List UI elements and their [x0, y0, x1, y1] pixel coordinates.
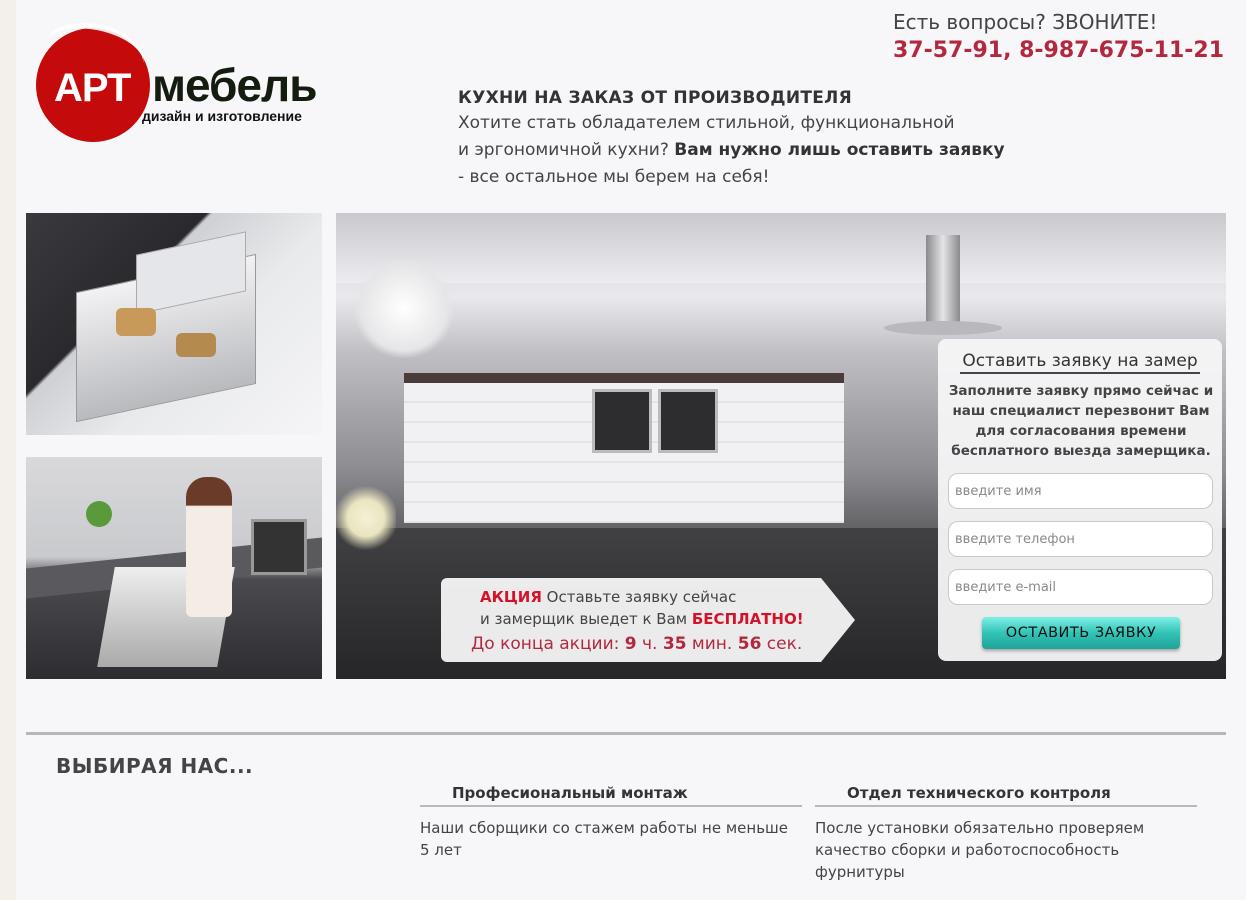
- oven-right: [658, 389, 718, 453]
- oven-shape: [251, 519, 307, 575]
- phone-input[interactable]: [948, 521, 1213, 557]
- timer-prefix: До конца акции:: [471, 634, 625, 654]
- logo[interactable]: АРТ мебель дизайн и изготовление: [36, 14, 336, 148]
- plant-shape: [86, 501, 112, 527]
- jar-shape: [116, 308, 156, 336]
- intro-line-2: и эргономичной кухни? Вам нужно лишь ост…: [458, 137, 1078, 164]
- intro-line-2-bold: Вам нужно лишь оставить заявку: [674, 140, 1005, 160]
- intro-heading: КУХНИ НА ЗАКАЗ ОТ ПРОИЗВОДИТЕЛЯ: [458, 88, 852, 108]
- promo-free: БЕСПЛАТНО!: [691, 610, 804, 628]
- drawer-photo: [26, 213, 322, 435]
- feature-text: Наши сборщики со стажем работы не меньше…: [420, 819, 788, 859]
- timer-seconds: 56: [737, 634, 762, 654]
- promo-line-2-start: и замерщик выедет к Вам: [480, 610, 692, 628]
- timer-seconds-unit: сек.: [761, 634, 803, 654]
- email-input[interactable]: [948, 569, 1213, 605]
- intro-line-1: Хотите стать обладателем стильной, функц…: [458, 113, 955, 133]
- dishwasher-photo: [26, 457, 322, 679]
- why-us-heading: ВЫБИРАЯ НАС...: [56, 754, 254, 778]
- intro-line-2-start: и эргономичной кухни?: [458, 140, 675, 160]
- hood-pipe: [926, 235, 960, 325]
- intro-text: Хотите стать обладателем стильной, функц…: [458, 110, 1078, 191]
- promo-line-1-rest: Оставьте заявку сейчас: [541, 588, 737, 606]
- oven-left: [592, 389, 652, 453]
- feature-quality-control: Отдел технического контроля После устано…: [815, 784, 1197, 883]
- timer-minutes-unit: мин.: [686, 634, 738, 654]
- form-title-text: Оставить заявку на замер: [960, 351, 1200, 374]
- timer-hours-unit: ч.: [636, 634, 663, 654]
- feature-title: Професиональный монтаж: [420, 784, 802, 807]
- feature-title: Отдел технического контроля: [815, 784, 1197, 807]
- promo-line-2: и замерщик выедет к Вам БЕСПЛАТНО!: [480, 610, 804, 628]
- ceiling-shape: [336, 213, 1226, 283]
- jar-shape-2: [176, 333, 216, 357]
- timer-minutes: 35: [662, 634, 687, 654]
- logo-brand-short: АРТ: [54, 66, 131, 110]
- section-divider: [26, 732, 1226, 735]
- promo-arrow: [821, 578, 855, 662]
- woman-figure: [186, 477, 232, 617]
- contact-phones[interactable]: 37-57-91, 8-987-675-11-21: [893, 38, 1224, 63]
- form-description: Заполните заявку прямо сейчас и наш спец…: [948, 383, 1214, 459]
- hero-banner: АКЦИЯ Оставьте заявку сейчас и замерщик …: [336, 213, 1226, 679]
- timer-hours: 9: [624, 634, 637, 654]
- promo-line-1: АКЦИЯ Оставьте заявку сейчас: [480, 588, 736, 606]
- contact-block: Есть вопросы? ЗВОНИТЕ! 37-57-91, 8-987-6…: [893, 10, 1224, 63]
- promo-timer: До конца акции: 9 ч. 35 мин. 56 сек.: [471, 634, 802, 654]
- promo-label: АКЦИЯ: [480, 588, 542, 606]
- contact-question: Есть вопросы? ЗВОНИТЕ!: [892, 10, 1158, 34]
- promo-banner: АКЦИЯ Оставьте заявку сейчас и замерщик …: [441, 578, 856, 662]
- logo-tagline: дизайн и изготовление: [142, 108, 302, 124]
- page: АРТ мебель дизайн и изготовление Есть во…: [16, 0, 1246, 900]
- request-form: Оставить заявку на замер Заполните заявк…: [938, 339, 1222, 661]
- intro: КУХНИ НА ЗАКАЗ ОТ ПРОИЗВОДИТЕЛЯ Хотите с…: [458, 88, 1078, 191]
- feature-text: После установки обязательно проверяем ка…: [815, 819, 1145, 881]
- logo-brand-word: мебель: [152, 59, 318, 111]
- flowers-shape: [336, 483, 396, 553]
- submit-request-button[interactable]: ОСТАВИТЬ ЗАЯВКУ: [982, 617, 1180, 649]
- form-title: Оставить заявку на замер: [938, 351, 1222, 374]
- hood-shape: [884, 321, 1002, 335]
- name-input[interactable]: [948, 473, 1213, 509]
- pendant-lamp: [354, 258, 454, 358]
- feature-installation: Професиональный монтаж Наши сборщики со …: [420, 784, 802, 861]
- intro-line-3: - все остальное мы берем на себя!: [458, 167, 770, 187]
